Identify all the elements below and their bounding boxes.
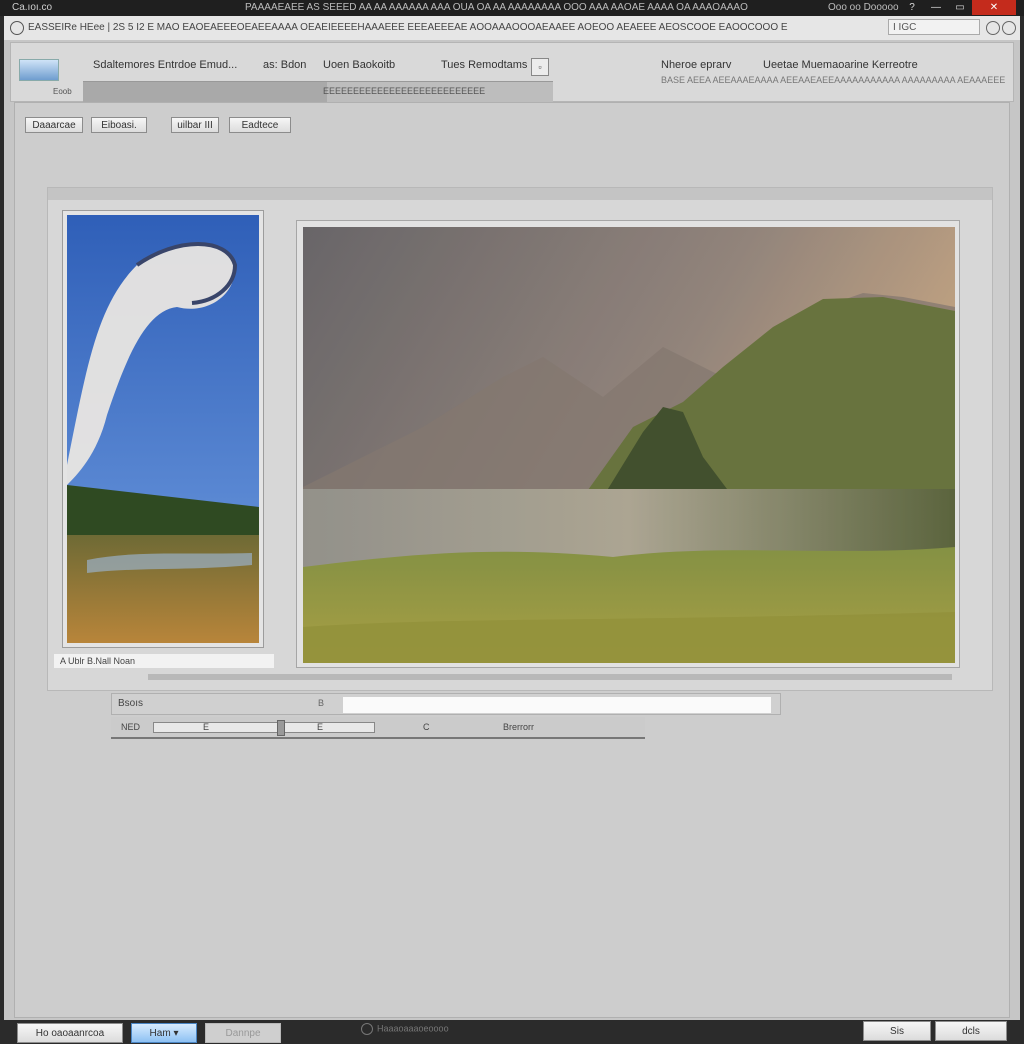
image-panel: A Ublr B.Nall Noan [47, 187, 993, 691]
toolbar-item-1[interactable]: Sdaltemores Entrdoe Emud... [93, 59, 237, 71]
footer-primary-label: Ham [149, 1028, 171, 1039]
toolbar-item-3[interactable]: Uoen Baokoitb [323, 59, 395, 71]
progress-text: EEEEEEEEEEEEEEEEEEEEEEEEEEE [323, 86, 486, 96]
window-title: Ca.ıoı.co [12, 2, 53, 13]
footer-disabled-button[interactable]: Dannpe [205, 1023, 281, 1043]
option-text-1[interactable]: C [423, 722, 430, 732]
slider-handle[interactable] [277, 720, 286, 736]
toolbar-right-title-2[interactable]: Ueetae Muemaoarine Kerreotre [763, 59, 918, 71]
title-bar: Ca.ıoı.co PAAAAEAEE AS SEEED AA AA AAAAA… [0, 0, 1024, 16]
properties-form: Bsoıs B NED E E C Brerrorr [111, 693, 781, 741]
name-row: Bsoıs B [111, 693, 781, 715]
control-button-3[interactable]: uilbar III [171, 117, 219, 133]
landscape-photo[interactable] [303, 227, 955, 663]
photo-frame [296, 220, 960, 668]
panel-header-strip [48, 188, 992, 200]
minimize-button[interactable]: — [924, 0, 948, 15]
globe-icon [10, 21, 24, 35]
chevron-down-icon: ▾ [173, 1028, 179, 1039]
toolbar-right-title[interactable]: Nheroe eprarv [661, 59, 731, 71]
option-text-2[interactable]: Brerrorr [503, 722, 534, 732]
content-area: Daaarcae Eiboasi. uilbar III Eadtece A U… [14, 102, 1010, 1043]
cancel-button[interactable]: dcls [935, 1021, 1007, 1041]
ok-button[interactable]: Sis [863, 1021, 931, 1041]
toolbar-item-4[interactable]: Tues Remodtams [441, 59, 527, 71]
toolbar-checkbox[interactable]: ▫ [531, 58, 549, 76]
toolbar-small-label: Eoob [53, 87, 72, 96]
footer-status-text: Haaaoaaaoeoooo [377, 1023, 449, 1034]
settings-icon[interactable] [986, 21, 1000, 35]
progress-fill [83, 82, 328, 102]
value-slider[interactable] [153, 720, 375, 736]
refresh-icon[interactable] [1002, 21, 1016, 35]
thumbnail-frame[interactable] [62, 210, 264, 648]
search-input[interactable]: I IGC [888, 19, 980, 35]
slider-mark-2: E [317, 722, 324, 732]
control-button-2[interactable]: Eiboasi. [91, 117, 147, 133]
toolbar-progress-bar: EEEEEEEEEEEEEEEEEEEEEEEEEEE [83, 81, 553, 102]
panel-divider [148, 674, 952, 680]
address-bar: EASSEIRe HEee | 2S 5 I2 E MAO EAOEAEEEOE… [4, 16, 1020, 41]
control-button-3-label: uilbar [177, 120, 202, 131]
close-button[interactable]: ✕ [972, 0, 1016, 15]
toolbar-right-subtext: BASE AEEA AEEAAAEAAAA AEEAAEAEEAAAAAAAAA… [661, 75, 1006, 85]
footer-primary-button[interactable]: Ham ▾ [131, 1023, 197, 1043]
footer-status: Haaaoaaaoeoooo [361, 1023, 449, 1035]
control-button-4[interactable]: Eadtece [229, 117, 291, 133]
thumbnail-image[interactable] [67, 215, 259, 643]
toolbar-item-2[interactable]: as: Bdon [263, 59, 306, 71]
slider-label: NED [121, 722, 141, 732]
main-window: Sdaltemores Entrdoe Emud... as: Bdon Uoe… [4, 40, 1020, 1043]
address-url[interactable]: EASSEIRe HEee | 2S 5 I2 E MAO EAOEAEEEOE… [28, 22, 788, 33]
document-icon[interactable]: ▭ [948, 0, 972, 15]
status-icon [361, 1023, 373, 1035]
name-marker: B [318, 698, 325, 708]
name-field[interactable] [342, 696, 772, 714]
help-icon[interactable]: ? [900, 0, 924, 15]
preview-thumbnail[interactable] [19, 59, 59, 81]
slider-mark-1: E [203, 722, 210, 732]
thumbnail-caption: A Ublr B.Nall Noan [54, 654, 274, 668]
name-label: Bsoıs [118, 698, 144, 709]
slider-row: NED E E C Brerrorr [111, 717, 645, 739]
window-status-text: Ooo oo Dooooo [828, 2, 899, 13]
control-button-1[interactable]: Daaarcae [25, 117, 83, 133]
control-button-3-glyph: III [204, 120, 213, 131]
footer-button-1[interactable]: Ho oaoaanrcoa [17, 1023, 123, 1043]
top-toolbar: Sdaltemores Entrdoe Emud... as: Bdon Uoe… [10, 42, 1014, 102]
window-subtitle: PAAAAEAEE AS SEEED AA AA AAAAAA AAA OUA … [245, 2, 748, 13]
